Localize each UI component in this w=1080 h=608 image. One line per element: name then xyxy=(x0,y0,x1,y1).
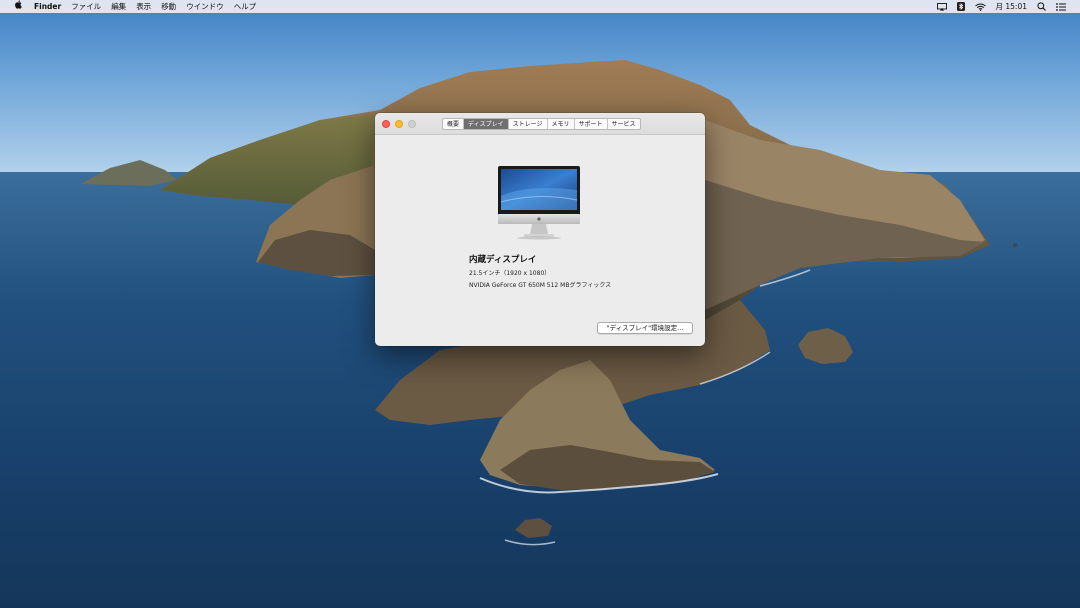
window-titlebar[interactable]: 概要 ディスプレイ ストレージ メモリ サポート サービス xyxy=(375,113,705,135)
menu-bar: Finder ファイル 編集 表示 移動 ウインドウ ヘルプ 月 15:01 xyxy=(0,0,1080,13)
spotlight-search-icon[interactable] xyxy=(1032,0,1051,13)
menu-help[interactable]: ヘルプ xyxy=(229,0,262,13)
wifi-icon[interactable] xyxy=(970,0,991,13)
display-resolution: 21.5インチ（1920 x 1080） xyxy=(469,270,551,277)
display-preferences-button[interactable]: "ディスプレイ"環境設定... xyxy=(597,322,693,334)
window-controls xyxy=(382,120,416,128)
tab-support[interactable]: サポート xyxy=(573,119,607,129)
airplay-icon[interactable] xyxy=(932,0,952,13)
zoom-button[interactable] xyxy=(408,120,416,128)
menu-go[interactable]: 移動 xyxy=(156,0,181,13)
notification-center-icon[interactable] xyxy=(1051,0,1071,13)
app-name-menu[interactable]: Finder xyxy=(29,0,66,13)
menu-clock[interactable]: 月 15:01 xyxy=(991,0,1033,13)
display-graphics: NVIDIA GeForce GT 650M 512 MBグラフィックス xyxy=(469,282,612,289)
close-button[interactable] xyxy=(382,120,390,128)
menu-view[interactable]: 表示 xyxy=(131,0,156,13)
tab-memory[interactable]: メモリ xyxy=(546,119,574,129)
menu-file[interactable]: ファイル xyxy=(66,0,106,13)
display-name: 内蔵ディスプレイ xyxy=(469,255,537,265)
tab-overview[interactable]: 概要 xyxy=(443,119,463,129)
apple-menu-icon[interactable] xyxy=(9,0,29,14)
tab-bar: 概要 ディスプレイ ストレージ メモリ サポート サービス xyxy=(442,118,641,130)
tab-storage[interactable]: ストレージ xyxy=(507,119,547,129)
tab-service[interactable]: サービス xyxy=(606,119,640,129)
menu-window[interactable]: ウインドウ xyxy=(181,0,229,13)
bluetooth-icon[interactable] xyxy=(952,0,970,13)
about-this-mac-window: 概要 ディスプレイ ストレージ メモリ サポート サービス 内蔵ディスプレイ 2… xyxy=(375,113,705,346)
menu-edit[interactable]: 編集 xyxy=(106,0,131,13)
tab-displays[interactable]: ディスプレイ xyxy=(463,119,508,129)
minimize-button[interactable] xyxy=(395,120,403,128)
imac-display-icon xyxy=(498,166,580,240)
